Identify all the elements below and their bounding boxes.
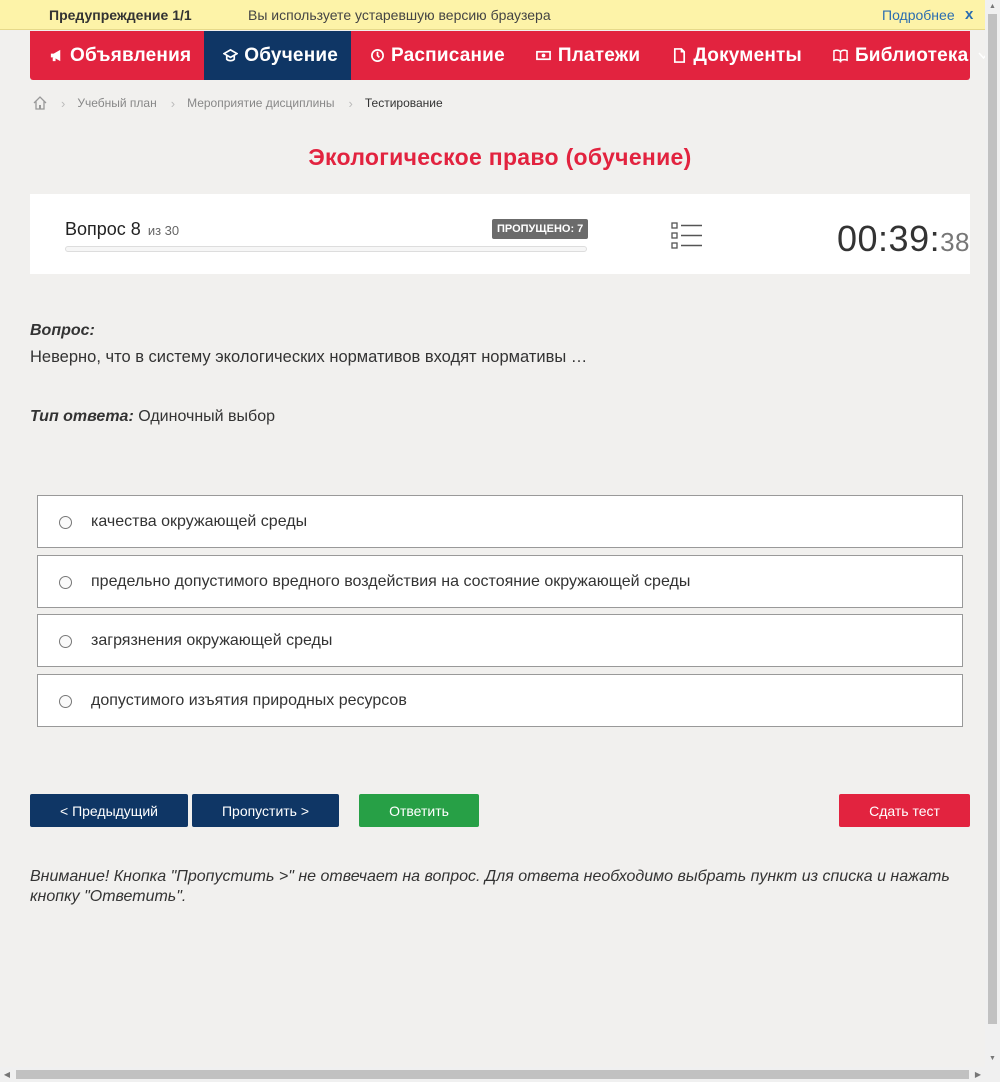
breadcrumb-testing: Тестирование [364,96,443,110]
nav-item-payments[interactable]: Платежи [518,31,653,80]
warning-text: Вы используете устаревшую версию браузер… [248,7,551,23]
scroll-left-icon[interactable]: ◀ [0,1067,14,1082]
nav-item-label: Платежи [557,44,641,66]
nav-item-documents[interactable]: Документы [653,31,815,80]
question-list-icon[interactable] [671,221,703,251]
answer-option[interactable]: допустимого изъятия природных ресурсов [37,674,963,727]
money-icon [536,48,552,64]
skip-button[interactable]: Пропустить > [192,794,339,827]
timer-seconds: 38 [940,227,971,257]
nav-item-label: Библиотека [854,44,969,66]
question-number-label: Вопрос 8 [65,219,141,239]
answer-type-label: Тип ответа: [30,408,134,425]
radio-button[interactable] [59,516,72,529]
skipped-badge: ПРОПУЩЕНО: 7 [492,219,589,239]
nav-item-schedule[interactable]: Расписание [351,31,518,80]
warning-close-button[interactable]: x [965,6,973,23]
radio-button[interactable] [59,635,72,648]
horizontal-scrollbar[interactable]: ◀ ▶ [0,1067,1000,1082]
question-status-panel: Вопрос 8 из 30 ПРОПУЩЕНО: 7 00:39:38 [30,194,970,274]
answer-option[interactable]: предельно допустимого вредного воздейств… [37,555,963,608]
radio-button[interactable] [59,576,72,589]
breadcrumb: › Учебный план › Мероприятие дисциплины … [33,94,443,112]
nav-item-label: Расписание [391,44,505,66]
page-title: Экологическое право (обучение) [308,144,692,170]
nav-item-learning[interactable]: Обучение [204,31,352,80]
warning-note: Внимание! Кнопка "Пропустить >" не отвеч… [30,868,950,905]
answer-button[interactable]: Ответить [359,794,479,827]
answer-option[interactable]: качества окружающей среды [37,495,963,548]
warning-more-link[interactable]: Подробнее [882,7,955,23]
question-number: Вопрос 8 из 30 [65,219,179,240]
clock-icon [369,48,385,64]
scrollbar-thumb[interactable] [988,14,997,1024]
vertical-scrollbar[interactable]: ▲ ▼ [985,0,1000,1067]
home-icon[interactable] [33,96,47,110]
main-nav: Объявления Обучение Расписание Платежи Д… [30,31,989,80]
answer-option-text: предельно допустимого вредного воздейств… [91,572,691,590]
browser-warning-bar: Предупреждение 1/1 Вы используете устаре… [0,0,985,30]
nav-item-label: Обучение [244,44,339,66]
warning-title: Предупреждение 1/1 [49,7,192,23]
timer: 00:39:38 [837,218,970,260]
question-text: Неверно, что в систему экологических нор… [30,348,588,366]
nav-item-announcements[interactable]: Объявления [30,31,204,80]
answer-type: Тип ответа: Одиночный выбор [30,408,275,426]
document-icon [671,48,687,64]
submit-test-button[interactable]: Сдать тест [839,794,970,827]
previous-button[interactable]: < Предыдущий [30,794,188,827]
scroll-up-icon[interactable]: ▲ [985,0,1000,14]
answer-option-text: загрязнения окружающей среды [91,631,333,649]
nav-item-label: Объявления [70,44,192,66]
answer-option-text: качества окружающей среды [91,512,308,530]
answer-option[interactable]: загрязнения окружающей среды [37,614,963,667]
scroll-down-icon[interactable]: ▼ [985,1052,1000,1066]
progress-bar [65,246,587,252]
radio-button[interactable] [59,695,72,708]
chevron-right-icon: › [61,95,66,111]
book-icon [833,48,849,64]
timer-main: 00:39: [837,218,941,259]
breadcrumb-discipline-event[interactable]: Мероприятие дисциплины [187,96,334,110]
breadcrumb-curriculum[interactable]: Учебный план [77,96,156,110]
question-total: из 30 [147,223,180,238]
nav-item-label: Документы [693,44,802,66]
scrollbar-thumb[interactable] [16,1070,969,1079]
graduation-cap-icon [222,48,238,64]
chevron-right-icon: › [170,95,176,111]
answer-option-text: допустимого изъятия природных ресурсов [91,691,407,709]
question-label: Вопрос: [30,322,95,339]
answer-type-value: Одиночный выбор [138,408,275,425]
nav-item-library[interactable]: Библиотека [815,31,1000,80]
scroll-right-icon[interactable]: ▶ [971,1067,985,1082]
megaphone-icon [48,48,64,64]
chevron-right-icon: › [348,95,353,111]
